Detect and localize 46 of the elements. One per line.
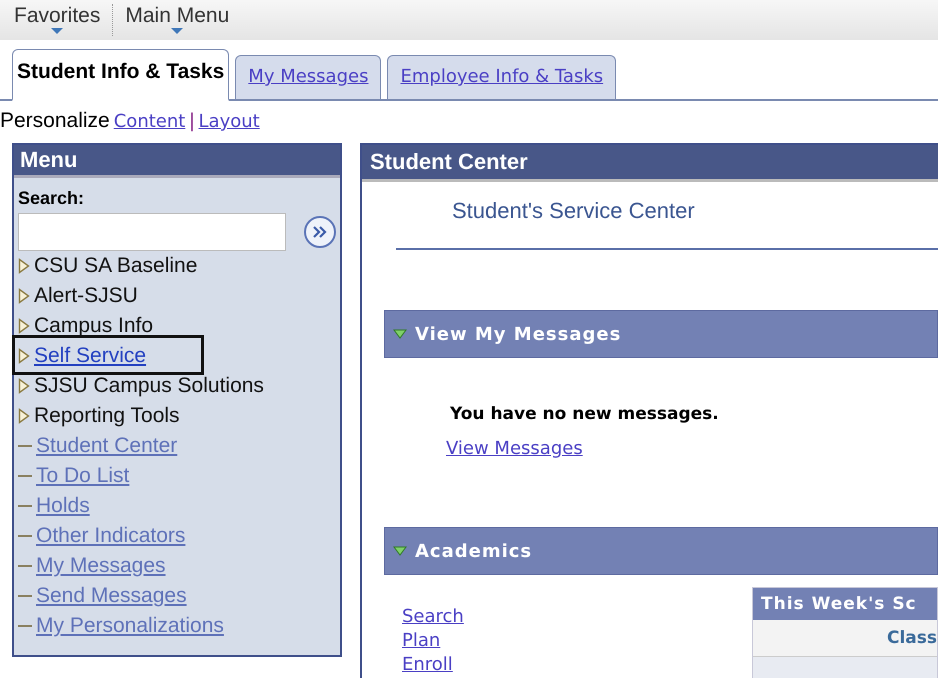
personalize-link[interactable]: Content [114,111,186,132]
panel-title: Student Center [362,145,938,182]
personalize-label: Personalize [0,109,110,133]
search-label: Search: [18,188,84,209]
expand-triangle-icon [18,288,30,304]
column-header: Class [753,620,937,657]
menu-item[interactable]: Campus Info [34,314,154,338]
search-go-button[interactable] [304,216,336,248]
menu-item[interactable]: Alert-SJSU [34,284,138,308]
tab[interactable]: My Messages [235,55,382,99]
dash-icon [18,505,32,507]
menu-item[interactable]: Self Service [34,344,146,368]
link-separator: | [189,110,195,133]
dash-icon [18,445,32,447]
collapse-triangle-icon [393,546,407,556]
search-field[interactable] [18,213,286,251]
personalize-link[interactable]: Layout [198,111,260,132]
dash-icon [18,535,32,537]
menu-item[interactable]: Reporting Tools [34,404,180,428]
menu-dropdown[interactable]: Main Menu [125,0,230,34]
double-chevron-icon [312,225,328,239]
academics-link[interactable]: Search [402,605,752,629]
expand-triangle-icon [18,348,30,364]
expand-triangle-icon [18,258,30,274]
menu-item[interactable]: CSU SA Baseline [34,254,198,278]
dash-icon [18,565,32,567]
page-subtitle: Student's Service Center [452,198,696,224]
schedule-title: This Week's Sc [753,588,937,620]
menu-dropdown[interactable]: Favorites [14,0,100,34]
tab[interactable]: Employee Info & Tasks [387,55,616,99]
menu-item[interactable]: SJSU Campus Solutions [34,374,264,398]
academics-link[interactable]: Plan [402,629,752,653]
section-header[interactable]: Academics [384,527,938,575]
expand-triangle-icon [18,408,30,424]
tab[interactable]: Student Info & Tasks [12,49,230,101]
section-header[interactable]: View My Messages [384,310,938,358]
message-text: You have no new messages. [450,404,720,424]
dash-icon [18,625,32,627]
academics-link[interactable]: Enroll [402,653,752,677]
dash-icon [18,475,32,477]
panel-title: Menu [14,145,340,178]
collapse-triangle-icon [393,329,407,339]
expand-triangle-icon [18,378,30,394]
view-messages-link[interactable]: View Messages [446,438,583,459]
dash-icon [18,595,32,597]
expand-triangle-icon [18,318,30,334]
